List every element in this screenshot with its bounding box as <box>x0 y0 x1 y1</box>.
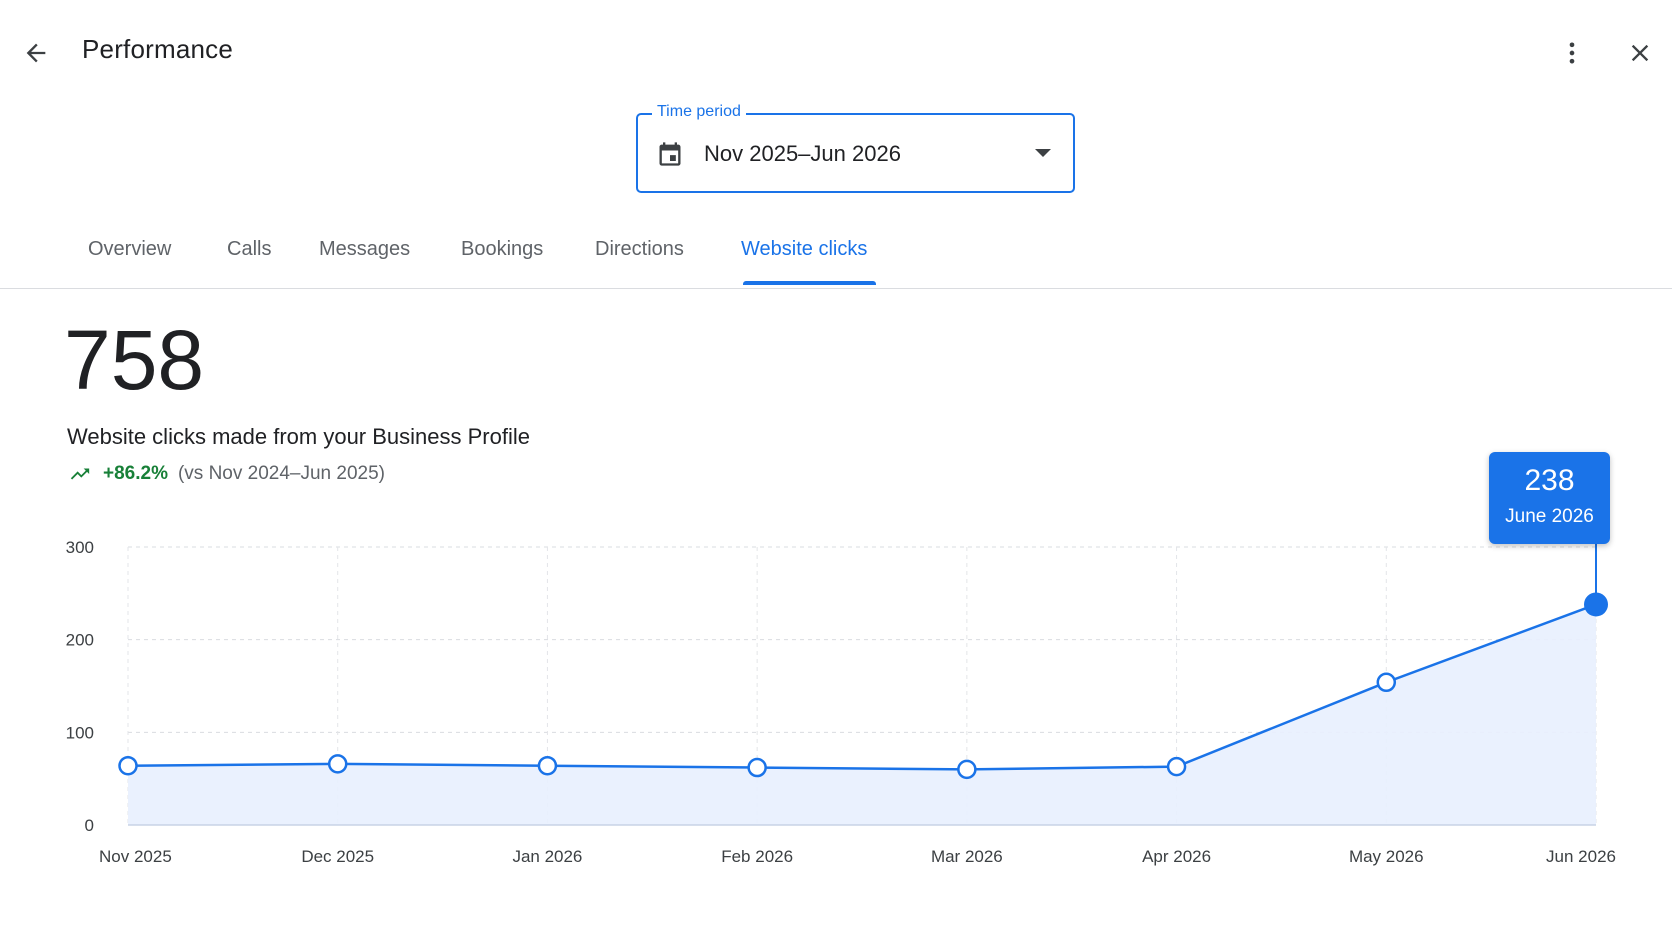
more-vert-icon <box>1569 42 1575 64</box>
tab-calls[interactable]: Calls <box>227 238 271 261</box>
data-point[interactable] <box>747 757 767 778</box>
time-period-value: Nov 2025–Jun 2026 <box>704 141 901 166</box>
x-tick-label: Jun 2026 <box>1546 847 1616 866</box>
y-tick-label: 300 <box>66 538 94 557</box>
top-app-bar: Performance <box>0 0 1672 100</box>
close-icon <box>1631 44 1649 62</box>
x-tick-label: Feb 2026 <box>721 847 793 866</box>
tooltip-value: 238 <box>1524 464 1575 497</box>
tooltip-label: June 2026 <box>1505 506 1594 527</box>
more-options-button[interactable] <box>1548 29 1596 77</box>
data-point[interactable] <box>1166 756 1187 777</box>
time-period-select[interactable]: Time period Nov 2025–Jun 2026 <box>636 103 1075 193</box>
x-tick-label: Mar 2026 <box>931 847 1003 866</box>
dropdown-arrow-icon <box>1035 149 1051 157</box>
change-indicator: +86.2% (vs Nov 2024–Jun 2025) <box>67 463 385 485</box>
data-point[interactable] <box>118 755 138 776</box>
arrow-back-icon <box>26 43 46 63</box>
tab-website-clicks[interactable]: Website clicks <box>741 238 867 261</box>
y-tick-label: 200 <box>66 631 94 650</box>
time-period-label: Time period <box>652 103 746 121</box>
data-point[interactable] <box>1376 672 1397 693</box>
page-title: Performance <box>82 34 234 64</box>
data-point[interactable] <box>957 759 977 780</box>
tab-bookings[interactable]: Bookings <box>461 238 543 261</box>
tab-directions[interactable]: Directions <box>595 238 684 261</box>
tab-bar: Overview Calls Messages Bookings Directi… <box>0 222 1672 289</box>
x-tick-label: Nov 2025 <box>99 847 172 866</box>
change-percentage: +86.2% <box>103 463 168 484</box>
chart-tooltip: 238 June 2026 <box>1489 452 1610 544</box>
x-tick-label: Jan 2026 <box>512 847 582 866</box>
comparison-period: (vs Nov 2024–Jun 2025) <box>177 463 385 484</box>
series-area <box>128 604 1596 825</box>
active-tab-indicator <box>743 281 876 285</box>
close-button[interactable] <box>1616 29 1664 77</box>
total-clicks-value: 758 <box>64 313 205 407</box>
data-point[interactable] <box>327 754 348 774</box>
y-tick-label: 100 <box>66 723 94 742</box>
x-tick-label: Dec 2025 <box>301 847 374 866</box>
trending-up-icon <box>70 468 90 480</box>
data-point[interactable] <box>537 755 558 776</box>
x-tick-label: Apr 2026 <box>1142 847 1211 866</box>
y-tick-label: 0 <box>85 816 94 835</box>
tab-messages[interactable]: Messages <box>319 238 410 261</box>
x-tick-label: May 2026 <box>1349 847 1424 866</box>
back-button[interactable] <box>12 29 60 77</box>
series-line <box>127 603 1597 771</box>
tab-overview[interactable]: Overview <box>88 238 171 261</box>
calendar-icon <box>659 142 681 166</box>
metric-description: Website clicks made from your Business P… <box>67 424 530 449</box>
data-point[interactable] <box>1584 592 1608 617</box>
